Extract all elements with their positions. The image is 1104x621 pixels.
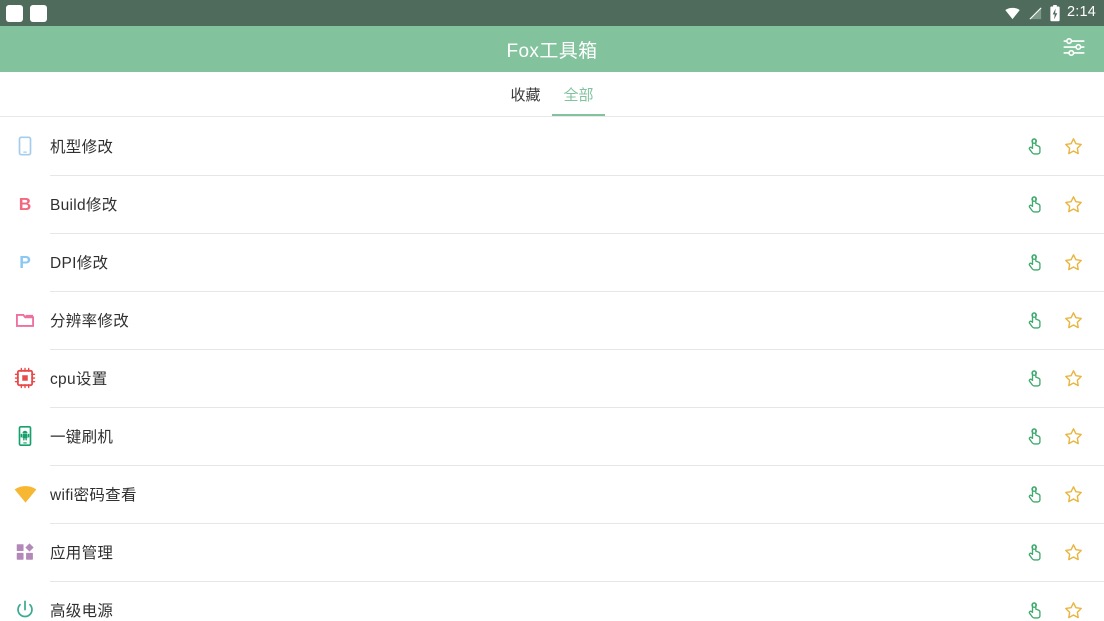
- list-item-label: 应用管理: [50, 545, 114, 562]
- list-item-actions: [1022, 423, 1104, 449]
- star-outline-icon[interactable]: [1060, 307, 1086, 333]
- notification-square-icon: [6, 4, 23, 22]
- list-item-label: DPI修改: [50, 255, 109, 272]
- star-outline-icon[interactable]: [1060, 133, 1086, 159]
- app-title: Fox工具箱: [506, 40, 598, 62]
- tab-bar: 收藏 全部: [0, 72, 1104, 117]
- list-item-label: 高级电源: [50, 603, 114, 620]
- status-bar-notifications: [6, 4, 47, 22]
- star-outline-icon[interactable]: [1060, 249, 1086, 275]
- tune-icon: [1061, 34, 1087, 65]
- list-item-label: wifi密码查看: [50, 487, 137, 504]
- list-item-actions: [1022, 307, 1104, 333]
- phone-android-icon: [0, 425, 50, 447]
- star-outline-icon[interactable]: [1060, 365, 1086, 391]
- svg-text:P: P: [19, 252, 31, 272]
- status-bar: 2:14: [0, 0, 1104, 26]
- status-bar-clock: 2:14: [1066, 4, 1096, 21]
- letter-p-icon: P: [0, 251, 50, 273]
- notification-square-icon: [30, 4, 47, 22]
- touch-app-icon[interactable]: [1022, 133, 1048, 159]
- touch-app-icon[interactable]: [1022, 365, 1048, 391]
- list-item[interactable]: cpu设置: [0, 349, 1104, 407]
- list-item-actions: [1022, 597, 1104, 621]
- star-outline-icon[interactable]: [1060, 597, 1086, 621]
- list-item[interactable]: wifi密码查看: [0, 465, 1104, 523]
- list-item[interactable]: 一键刷机: [0, 407, 1104, 465]
- wifi-icon: [0, 483, 50, 506]
- list-item-label: 机型修改: [50, 139, 114, 156]
- touch-app-icon[interactable]: [1022, 307, 1048, 333]
- list-item[interactable]: 高级电源: [0, 581, 1104, 621]
- app-bar: Fox工具箱: [0, 26, 1104, 72]
- list-item-label: 分辨率修改: [50, 313, 130, 330]
- touch-app-icon[interactable]: [1022, 423, 1048, 449]
- star-outline-icon[interactable]: [1060, 539, 1086, 565]
- list-item-label: cpu设置: [50, 371, 108, 388]
- touch-app-icon[interactable]: [1022, 481, 1048, 507]
- tab-favorites[interactable]: 收藏: [499, 72, 552, 116]
- svg-text:B: B: [19, 194, 32, 214]
- letter-b-icon: B: [0, 193, 50, 215]
- list-item-actions: [1022, 191, 1104, 217]
- power-icon: [0, 599, 50, 621]
- smartphone-icon: [0, 135, 50, 157]
- list-item-actions: [1022, 133, 1104, 159]
- star-outline-icon[interactable]: [1060, 481, 1086, 507]
- star-outline-icon[interactable]: [1060, 191, 1086, 217]
- signal-off-icon: [1028, 6, 1043, 21]
- list-item[interactable]: 机型修改: [0, 117, 1104, 175]
- dashboard-apps-icon: [0, 541, 50, 563]
- status-bar-system-icons: 2:14: [1003, 4, 1096, 22]
- tab-favorites-label: 收藏: [510, 86, 541, 104]
- list-item[interactable]: B Build修改: [0, 175, 1104, 233]
- tool-list: 机型修改 B Build修改 P DPI修改 分辨率修改 cpu设置 一键刷机 …: [0, 117, 1104, 621]
- list-item-actions: [1022, 249, 1104, 275]
- list-item[interactable]: P DPI修改: [0, 233, 1104, 291]
- cpu-chip-icon: [0, 367, 50, 389]
- list-item-actions: [1022, 365, 1104, 391]
- touch-app-icon[interactable]: [1022, 191, 1048, 217]
- list-item-label: Build修改: [50, 197, 118, 214]
- battery-charging-icon: [1049, 4, 1061, 22]
- list-item[interactable]: 应用管理: [0, 523, 1104, 581]
- folder-icon: [0, 309, 50, 331]
- touch-app-icon[interactable]: [1022, 539, 1048, 565]
- wifi-icon: [1003, 6, 1022, 21]
- touch-app-icon[interactable]: [1022, 249, 1048, 275]
- star-outline-icon[interactable]: [1060, 423, 1086, 449]
- touch-app-icon[interactable]: [1022, 597, 1048, 621]
- tab-all[interactable]: 全部: [552, 72, 605, 116]
- list-item-actions: [1022, 539, 1104, 565]
- list-item-label: 一键刷机: [50, 429, 114, 446]
- list-item-actions: [1022, 481, 1104, 507]
- tune-settings-button[interactable]: [1054, 29, 1094, 69]
- tab-all-label: 全部: [563, 86, 594, 104]
- list-item[interactable]: 分辨率修改: [0, 291, 1104, 349]
